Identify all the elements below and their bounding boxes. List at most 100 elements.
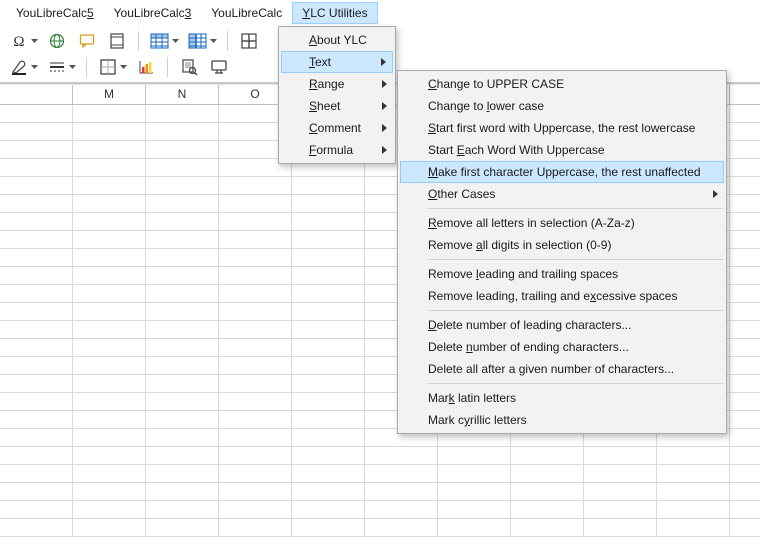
- grid-row[interactable]: [0, 483, 760, 501]
- cell[interactable]: [219, 285, 292, 302]
- cell[interactable]: [73, 501, 146, 518]
- cell[interactable]: [365, 447, 438, 464]
- cell[interactable]: [73, 411, 146, 428]
- menu-item-delete-all-after-a-given-number-of-chara[interactable]: Delete all after a given number of chara…: [400, 358, 724, 380]
- cell[interactable]: [146, 195, 219, 212]
- cell[interactable]: [657, 483, 730, 500]
- cell[interactable]: [730, 267, 760, 284]
- hyperlink-button[interactable]: [46, 30, 68, 52]
- cell[interactable]: [730, 429, 760, 446]
- cell[interactable]: [0, 447, 73, 464]
- menu-item-formula[interactable]: Formula: [281, 139, 393, 161]
- cell[interactable]: [146, 465, 219, 482]
- menu-item-remove-leading-and-trailing-spaces[interactable]: Remove leading and trailing spaces: [400, 263, 724, 285]
- cell[interactable]: [730, 411, 760, 428]
- define-range-button[interactable]: [149, 30, 179, 52]
- cell[interactable]: [219, 303, 292, 320]
- cell[interactable]: [292, 501, 365, 518]
- cell[interactable]: [146, 177, 219, 194]
- column-header[interactable]: M: [73, 85, 146, 104]
- cell[interactable]: [146, 303, 219, 320]
- menu-item-other-cases[interactable]: Other Cases: [400, 183, 724, 205]
- cell[interactable]: [730, 123, 760, 140]
- cell[interactable]: [730, 105, 760, 122]
- cell[interactable]: [292, 411, 365, 428]
- cell[interactable]: [730, 177, 760, 194]
- cell[interactable]: [730, 375, 760, 392]
- cell[interactable]: [0, 195, 73, 212]
- cell[interactable]: [146, 159, 219, 176]
- cell[interactable]: [146, 429, 219, 446]
- cell[interactable]: [73, 519, 146, 536]
- cell[interactable]: [730, 303, 760, 320]
- cell[interactable]: [73, 303, 146, 320]
- cell[interactable]: [584, 519, 657, 536]
- cell[interactable]: [73, 141, 146, 158]
- cell[interactable]: [292, 213, 365, 230]
- cell[interactable]: [73, 375, 146, 392]
- cell[interactable]: [0, 285, 73, 302]
- cell[interactable]: [146, 141, 219, 158]
- cell[interactable]: [292, 357, 365, 374]
- cell[interactable]: [292, 267, 365, 284]
- menu-ylc-utilities[interactable]: YLC Utilities: [292, 2, 377, 24]
- chart-button[interactable]: [135, 56, 157, 78]
- cell[interactable]: [292, 519, 365, 536]
- borders-button[interactable]: [97, 56, 127, 78]
- cell[interactable]: [219, 429, 292, 446]
- cell[interactable]: [730, 447, 760, 464]
- cell[interactable]: [730, 321, 760, 338]
- cell[interactable]: [73, 429, 146, 446]
- cell[interactable]: [0, 267, 73, 284]
- cell[interactable]: [73, 357, 146, 374]
- cell[interactable]: [0, 393, 73, 410]
- cell[interactable]: [511, 519, 584, 536]
- cell[interactable]: [219, 393, 292, 410]
- cell[interactable]: [0, 231, 73, 248]
- cell[interactable]: [730, 501, 760, 518]
- cell[interactable]: [657, 501, 730, 518]
- menu-item-change-to-upper-case[interactable]: Change to UPPER CASE: [400, 73, 724, 95]
- cell[interactable]: [730, 519, 760, 536]
- grid-row[interactable]: [0, 501, 760, 519]
- cell[interactable]: [292, 339, 365, 356]
- cell[interactable]: [584, 465, 657, 482]
- cell[interactable]: [730, 159, 760, 176]
- cell[interactable]: [0, 375, 73, 392]
- cell[interactable]: [292, 285, 365, 302]
- menu-item-about-ylc[interactable]: About YLC: [281, 29, 393, 51]
- cell[interactable]: [511, 465, 584, 482]
- cell[interactable]: [511, 483, 584, 500]
- cell[interactable]: [219, 501, 292, 518]
- menu-item-mark-cyrillic-letters[interactable]: Mark cyrillic letters: [400, 409, 724, 431]
- border-style-button[interactable]: [46, 56, 76, 78]
- cell[interactable]: [219, 357, 292, 374]
- cell[interactable]: [73, 447, 146, 464]
- cell[interactable]: [73, 249, 146, 266]
- cell[interactable]: [584, 501, 657, 518]
- cell[interactable]: [730, 249, 760, 266]
- cell[interactable]: [0, 339, 73, 356]
- cell[interactable]: [146, 393, 219, 410]
- menu-item-delete-number-of-ending-characters[interactable]: Delete number of ending characters...: [400, 336, 724, 358]
- cell[interactable]: [0, 105, 73, 122]
- cell[interactable]: [730, 483, 760, 500]
- cell[interactable]: [73, 393, 146, 410]
- cell[interactable]: [219, 447, 292, 464]
- cell[interactable]: [0, 213, 73, 230]
- cell[interactable]: [730, 195, 760, 212]
- cell[interactable]: [146, 483, 219, 500]
- menu-item-make-first-character-uppercase-the-rest-[interactable]: Make first character Uppercase, the rest…: [400, 161, 724, 183]
- freeze-rows-cols-button[interactable]: [187, 30, 217, 52]
- menu-item-range[interactable]: Range: [281, 73, 393, 95]
- cell[interactable]: [219, 195, 292, 212]
- cell[interactable]: [584, 447, 657, 464]
- menu-youlibrecalc5[interactable]: YouLibreCalc5: [6, 2, 104, 24]
- cell[interactable]: [0, 123, 73, 140]
- menu-item-sheet[interactable]: Sheet: [281, 95, 393, 117]
- cell[interactable]: [365, 519, 438, 536]
- cell[interactable]: [0, 465, 73, 482]
- cell[interactable]: [73, 213, 146, 230]
- cell[interactable]: [73, 285, 146, 302]
- menu-item-comment[interactable]: Comment: [281, 117, 393, 139]
